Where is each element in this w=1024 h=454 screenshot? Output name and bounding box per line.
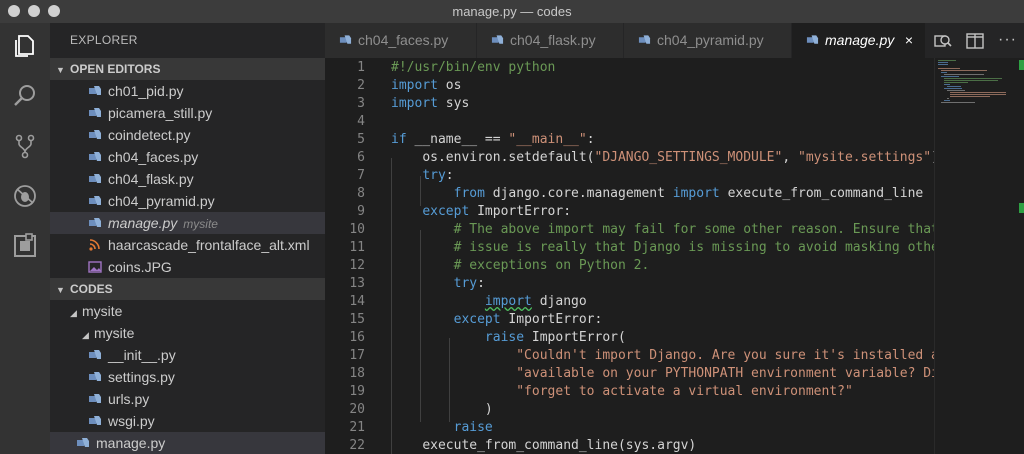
python-file-icon (89, 218, 101, 227)
python-file-icon (638, 35, 651, 44)
code-line: 10 # The above import may fail for some … (349, 222, 934, 237)
chevron-down-icon: ▼ (56, 285, 65, 295)
explorer-title: EXPLORER (70, 33, 138, 47)
explorer-sidebar: EXPLORER ▼ OPEN EDITORS ch01_pid.py picam… (50, 23, 325, 454)
code-line: 5 if __name__ == "__main__": (357, 132, 595, 147)
open-editor-item[interactable]: coins.JPG (50, 256, 325, 278)
code-line: 14 import django (349, 294, 587, 309)
title-bar: manage.py — codes (0, 0, 1024, 23)
code-line: 11 # issue is really that Django is miss… (349, 240, 934, 255)
code-line: 22 execute_from_command_line(sys.argv) (349, 438, 697, 453)
code-line: 8 from django.core.management import exe… (357, 186, 924, 201)
code-line: 2 import os (357, 78, 462, 93)
python-file-icon (89, 174, 101, 183)
code-line: 19 "forget to activate a virtual environ… (349, 384, 853, 399)
code-line: 13 try: (349, 276, 485, 291)
close-tab-button[interactable]: × (905, 23, 913, 58)
more-actions-icon[interactable]: ··· (998, 31, 1016, 49)
scrollbar-change-marker (1019, 60, 1024, 70)
python-file-icon (89, 372, 101, 381)
file-description: mysite (183, 217, 218, 231)
tree-file[interactable]: urls.py (50, 388, 325, 410)
open-editor-item[interactable]: ch04_flask.py (50, 168, 325, 190)
code-line: 6 os.environ.setdefault("DJANGO_SETTINGS… (357, 150, 934, 165)
open-editor-item[interactable]: picamera_still.py (50, 102, 325, 124)
code-line: 17 "Couldn't import Django. Are you sure… (349, 348, 934, 363)
open-editor-item[interactable]: coindetect.py (50, 124, 325, 146)
python-file-icon (89, 350, 101, 359)
tree-file[interactable]: wsgi.py (50, 410, 325, 432)
code-line: 4 (357, 114, 365, 129)
python-file-icon (89, 130, 101, 139)
code-line: 15 except ImportError: (349, 312, 603, 327)
split-editor-icon[interactable] (966, 32, 984, 50)
python-file-icon (89, 196, 101, 205)
python-file-icon (89, 152, 101, 161)
open-editor-item[interactable]: ch01_pid.py (50, 80, 325, 102)
debug-icon[interactable] (12, 183, 38, 209)
source-control-icon[interactable] (12, 133, 38, 159)
chevron-down-icon: ◢ (82, 330, 89, 340)
code-line: 3 import sys (357, 96, 470, 111)
open-editor-item[interactable]: haarcascade_frontalface_alt.xml (50, 234, 325, 256)
python-file-icon (89, 416, 101, 425)
python-file-icon (491, 35, 504, 44)
open-editor-item-active[interactable]: manage.py mysite (50, 212, 325, 234)
tab-manage[interactable]: manage.py × (792, 23, 926, 58)
scrollbar-change-marker (1019, 203, 1024, 213)
code-line: 1 #!/usr/bin/env python (357, 60, 556, 75)
editor-actions: ··· (926, 23, 1024, 58)
code-line: 16 raise ImportError( (349, 330, 626, 345)
codes-section-header[interactable]: ▼ CODES (50, 278, 325, 300)
open-editor-item[interactable]: ch04_faces.py (50, 146, 325, 168)
tree-file[interactable]: settings.py (50, 366, 325, 388)
open-editor-item[interactable]: ch04_pyramid.py (50, 190, 325, 212)
chevron-down-icon: ▼ (56, 65, 65, 75)
files-icon[interactable] (12, 33, 38, 59)
folder-mysite[interactable]: ◢ mysite (50, 300, 325, 322)
window-title: manage.py — codes (452, 4, 572, 19)
subfolder-mysite[interactable]: ◢ mysite (50, 322, 325, 344)
python-file-icon (806, 35, 819, 44)
open-changes-icon[interactable] (934, 32, 952, 50)
tree-file-active[interactable]: manage.py (50, 432, 325, 454)
tab-ch04-pyramid[interactable]: ch04_pyramid.py (624, 23, 792, 58)
code-line: 9 except ImportError: (357, 204, 572, 219)
code-line: 21 raise (349, 420, 493, 435)
open-editors-section-header[interactable]: ▼ OPEN EDITORS (50, 58, 325, 80)
open-editors-label: OPEN EDITORS (70, 62, 161, 76)
python-file-icon (339, 35, 352, 44)
python-file-icon (89, 86, 101, 95)
code-line: 20 ) (349, 402, 493, 417)
extensions-icon[interactable] (12, 233, 38, 259)
tab-ch04-faces[interactable]: ch04_faces.py (325, 23, 477, 58)
code-line: 12 # exceptions on Python 2. (349, 258, 650, 273)
chevron-down-icon: ◢ (70, 308, 77, 318)
editor-tabs: ch04_faces.py ch04_flask.py ch04_pyramid… (325, 23, 926, 58)
search-icon[interactable] (12, 83, 38, 109)
python-file-icon (89, 108, 101, 117)
tree-file[interactable]: __init__.py (50, 344, 325, 366)
minimap[interactable] (934, 58, 1024, 454)
code-line: 7 try: (357, 168, 454, 183)
code-editor[interactable]: 1 #!/usr/bin/env python 2 import os 3 impor… (325, 58, 934, 454)
python-file-icon (77, 438, 89, 447)
code-line: 18 "available on your PYTHONPATH environ… (349, 366, 934, 381)
python-file-icon (89, 394, 101, 403)
codes-label: CODES (70, 282, 113, 296)
image-file-icon (88, 261, 102, 273)
activity-bar (0, 23, 50, 454)
rss-icon (89, 239, 100, 251)
tab-ch04-flask[interactable]: ch04_flask.py (477, 23, 624, 58)
